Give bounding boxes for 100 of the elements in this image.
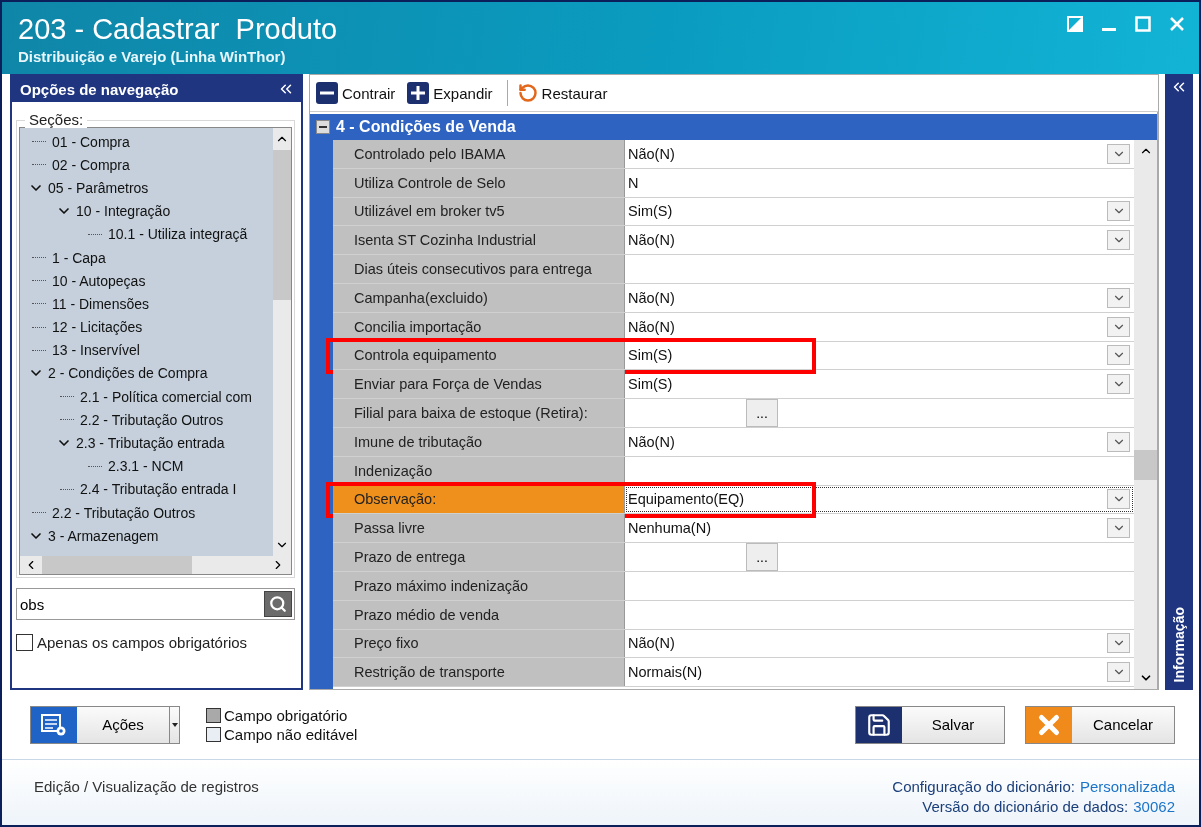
property-label[interactable]: Preço fixo [333,629,625,658]
dropdown-field[interactable]: Equipamento(EQ) [625,485,1134,514]
status-value: 30062 [1133,798,1175,815]
property-label[interactable]: Prazo de entrega [333,543,625,571]
dropdown-button[interactable] [1107,431,1130,452]
property-label[interactable]: Isenta ST Cozinha Industrial [333,226,625,255]
tree-item[interactable]: 1 - Capa [52,249,106,266]
section-title: 4 - Condições de Venda [336,118,516,136]
cancel-button[interactable]: Cancelar [1025,705,1175,744]
dropdown-field[interactable]: Não(N) [625,284,1134,312]
tree-item[interactable]: 13 - Inservível [52,342,140,359]
dropdown-field[interactable]: Sim(S) [625,341,1134,370]
status-text: Edição / Visualização de registros [34,777,259,797]
checkbox[interactable] [16,634,33,651]
tree-item[interactable]: 2.3 - Tributação entrada [76,435,225,452]
vertical-scrollbar[interactable] [273,128,291,556]
dropdown-button[interactable] [1107,489,1130,510]
dropdown-field[interactable]: Não(N) [625,226,1134,255]
property-label[interactable]: Filial para baixa de estoque (Retira): [333,399,625,427]
dropdown-field[interactable]: Sim(S) [625,370,1134,399]
dropdown-field[interactable]: Nenhuma(N) [625,514,1134,543]
text-field[interactable]: N [625,168,1134,197]
status-label: Versão do dicionário de dados: [922,798,1129,815]
restore-window-icon[interactable] [1067,16,1083,32]
status-label: Configuração do dicionário: [892,778,1075,795]
tree-item[interactable]: 2.2 - Tributação Outros [80,411,224,428]
close-icon[interactable] [1169,16,1185,32]
tree-item[interactable]: 2 - Condições de Compra [48,365,208,382]
collapse-icon[interactable] [316,120,330,134]
tree-item[interactable]: 10 - Autopeças [52,272,146,289]
property-label[interactable]: Observação: [333,485,625,514]
tree-item[interactable]: 10.1 - Utiliza integraçã [108,226,248,243]
property-label[interactable]: Utilizável em broker tv5 [333,197,625,226]
dropdown-field[interactable]: Sim(S) [625,197,1134,226]
tree-item[interactable]: 12 - Licitações [52,319,143,336]
search-button[interactable] [264,591,292,617]
search-icon [269,595,287,613]
property-label[interactable]: Utiliza Controle de Selo [333,168,625,197]
property-label[interactable]: Restrição de transporte [333,658,625,687]
property-label[interactable]: Imune de tributação [333,427,625,456]
property-label[interactable]: Controlado pelo IBAMA [333,140,625,168]
property-label[interactable]: Dias úteis consecutivos para entrega [333,255,625,283]
section-header[interactable]: 4 - Condições de Venda [310,114,1157,140]
dropdown-button[interactable] [1107,230,1130,251]
scroll-thumb[interactable] [273,150,291,300]
minus-icon [316,82,338,104]
tree-item[interactable]: 02 - Compra [52,156,130,173]
property-label[interactable]: Prazo médio de venda [333,600,625,629]
dropdown-button[interactable] [1107,201,1130,222]
tree-line [60,396,74,398]
restore-icon [517,83,538,103]
dropdown-field[interactable]: Não(N) [625,427,1134,456]
info-panel[interactable]: Informação [1165,74,1193,690]
tree-line [32,141,46,143]
ellipsis-button[interactable]: ... [746,543,778,572]
tree-item[interactable]: 2.4 - Tributação entrada I [80,481,237,498]
tree-line [88,465,102,467]
property-label[interactable]: Campanha(excluido) [333,284,625,312]
property-label[interactable]: Enviar para Força de Vendas [333,370,625,399]
lookup-field[interactable]: ... [625,543,1134,571]
tree-item[interactable]: 10 - Integração [76,203,171,220]
dropdown-button[interactable] [1107,662,1130,683]
tree-item[interactable]: 2.3.1 - NCM [108,458,184,475]
property-label[interactable]: Controla equipamento [333,341,625,370]
legend-label: Campo obrigatório [224,706,348,724]
scroll-thumb[interactable] [42,556,192,574]
dropdown-field[interactable]: Não(N) [625,312,1134,341]
property-label[interactable]: Passa livre [333,514,625,543]
tree-item[interactable]: 01 - Compra [52,133,130,150]
tree-line [88,233,102,235]
dropdown-button[interactable] [1107,518,1130,539]
lookup-field[interactable]: ... [625,399,1134,427]
caret-icon[interactable] [169,706,179,743]
dropdown-button[interactable] [1107,316,1130,337]
tree-line [32,164,46,166]
horizontal-scrollbar[interactable] [20,556,291,574]
toolbar-button[interactable]: Contrair [316,80,404,106]
dropdown-field[interactable]: Não(N) [625,629,1134,658]
tree-item[interactable]: 3 - Armazenagem [48,527,159,544]
toolbar-button[interactable]: Expandir [407,80,501,106]
tree-item[interactable]: 11 - Dimensões [52,295,149,312]
dropdown-button[interactable] [1107,287,1130,308]
tree-item[interactable]: 2.1 - Política comercial com [80,388,252,405]
toolbar-button[interactable]: Restaurar [517,81,616,105]
dropdown-field[interactable]: Normais(N) [625,658,1134,687]
property-label[interactable]: Prazo máximo indenização [333,571,625,600]
vertical-scrollbar[interactable] [1134,140,1157,689]
dropdown-button[interactable] [1107,633,1130,654]
save-button[interactable]: Salvar [855,705,1005,744]
dropdown-button[interactable] [1107,143,1130,164]
search-field[interactable]: obs [16,588,295,620]
ellipsis-button[interactable]: ... [746,399,778,428]
dropdown-field[interactable]: Não(N) [625,140,1134,168]
maximize-icon[interactable] [1135,16,1151,32]
dropdown-button[interactable] [1107,374,1130,395]
tree-item[interactable]: 05 - Parâmetros [48,179,149,196]
dropdown-button[interactable] [1107,345,1130,366]
scroll-thumb[interactable] [1134,450,1157,480]
tree-item[interactable]: 2.2 - Tributação Outros [52,504,196,521]
actions-button[interactable]: Ações [30,705,180,744]
